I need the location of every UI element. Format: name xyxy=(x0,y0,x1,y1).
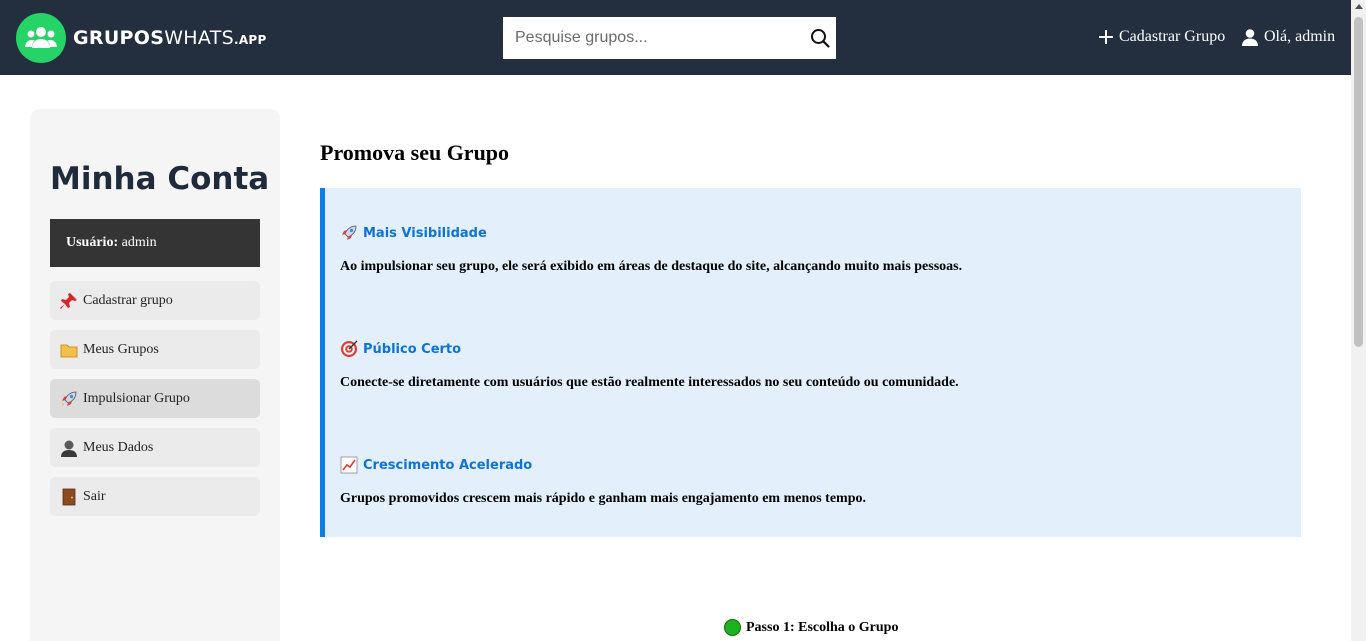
green-circle-icon xyxy=(724,619,741,636)
user-info-box: Usuário: admin xyxy=(50,219,260,267)
page-title: Promova seu Grupo xyxy=(320,140,510,165)
top-navbar: GRUPOSWHATS.APP Cadastrar Grupo Olá, adm… xyxy=(0,0,1351,75)
sidebar-item-label: Impulsionar Grupo xyxy=(83,390,190,406)
step-label: Passo 1: Escolha o Grupo xyxy=(746,619,899,635)
user-value: admin xyxy=(121,235,157,250)
sidebar-item-meus-grupos[interactable]: Meus Grupos xyxy=(50,330,260,369)
sidebar-item-meus-dados[interactable]: Meus Dados xyxy=(50,428,260,467)
sidebar-item-impulsionar-grupo[interactable]: Impulsionar Grupo xyxy=(50,379,260,418)
sidebar-item-label: Meus Grupos xyxy=(83,341,159,357)
scroll-up-arrow-icon[interactable] xyxy=(1355,4,1363,9)
add-group-label: Cadastrar Grupo xyxy=(1119,28,1226,45)
user-menu-link[interactable]: Olá, admin xyxy=(1242,28,1335,46)
sidebar-item-label: Sair xyxy=(83,488,106,504)
sidebar-title: Minha Conta xyxy=(50,161,270,197)
sidebar-item-label: Cadastrar grupo xyxy=(83,292,173,308)
sidebar-item-cadastrar-grupo[interactable]: Cadastrar grupo xyxy=(50,281,260,320)
benefits-panel: Mais Visibilidade Ao impulsionar seu gru… xyxy=(320,188,1301,537)
user-label: Usuário: xyxy=(66,235,119,250)
benefit-description: Conecte-se diretamente com usuários que … xyxy=(340,375,959,390)
user-icon xyxy=(1242,28,1258,46)
benefit-title-text: Mais Visibilidade xyxy=(363,225,487,241)
benefit-title-text: Crescimento Acelerado xyxy=(363,457,533,473)
rocket-icon xyxy=(62,391,77,406)
search-input[interactable] xyxy=(503,17,793,59)
logo-text-app: .APP xyxy=(233,33,267,47)
scrollbar-thumb[interactable] xyxy=(1354,17,1363,347)
group-icon xyxy=(16,13,66,63)
account-sidebar: Minha Conta Usuário: admin Cadastrar gru… xyxy=(30,109,280,641)
benefit-audience: Público Certo Conecte-se diretamente com… xyxy=(340,340,1280,391)
rocket-icon xyxy=(342,225,357,240)
benefit-title: Crescimento Acelerado xyxy=(340,456,1280,474)
logo-text: GRUPOSWHATS.APP xyxy=(73,27,267,49)
logo-text-grupos: GRUPOS xyxy=(73,27,165,49)
benefit-growth: Crescimento Acelerado Grupos promovidos … xyxy=(340,456,1280,507)
step-indicator: Passo 1: Escolha o Grupo xyxy=(724,619,898,636)
benefit-visibility: Mais Visibilidade Ao impulsionar seu gru… xyxy=(340,224,1280,275)
benefit-title: Mais Visibilidade xyxy=(340,224,1280,242)
site-logo[interactable]: GRUPOSWHATS.APP xyxy=(16,13,267,63)
logo-text-whats: WHATS xyxy=(164,27,234,49)
vertical-scrollbar[interactable] xyxy=(1351,0,1366,641)
benefit-title-text: Público Certo xyxy=(363,341,462,357)
target-icon xyxy=(341,340,358,357)
benefit-description: Grupos promovidos crescem mais rápido e … xyxy=(340,491,867,506)
benefit-description: Ao impulsionar seu grupo, ele será exibi… xyxy=(340,259,963,274)
add-group-link[interactable]: Cadastrar Grupo xyxy=(1099,28,1225,46)
plus-icon xyxy=(1099,30,1113,44)
greeting-label: Olá, admin xyxy=(1264,28,1336,45)
sidebar-item-sair[interactable]: Sair xyxy=(50,477,260,516)
door-icon xyxy=(62,488,76,505)
folder-icon xyxy=(60,344,78,357)
benefit-title: Público Certo xyxy=(340,340,1280,358)
chart-increasing-icon xyxy=(340,456,358,474)
search-bar xyxy=(503,17,836,59)
pushpin-icon xyxy=(60,292,77,309)
user-icon xyxy=(61,440,77,457)
search-icon[interactable] xyxy=(810,28,830,48)
sidebar-item-label: Meus Dados xyxy=(83,439,154,455)
